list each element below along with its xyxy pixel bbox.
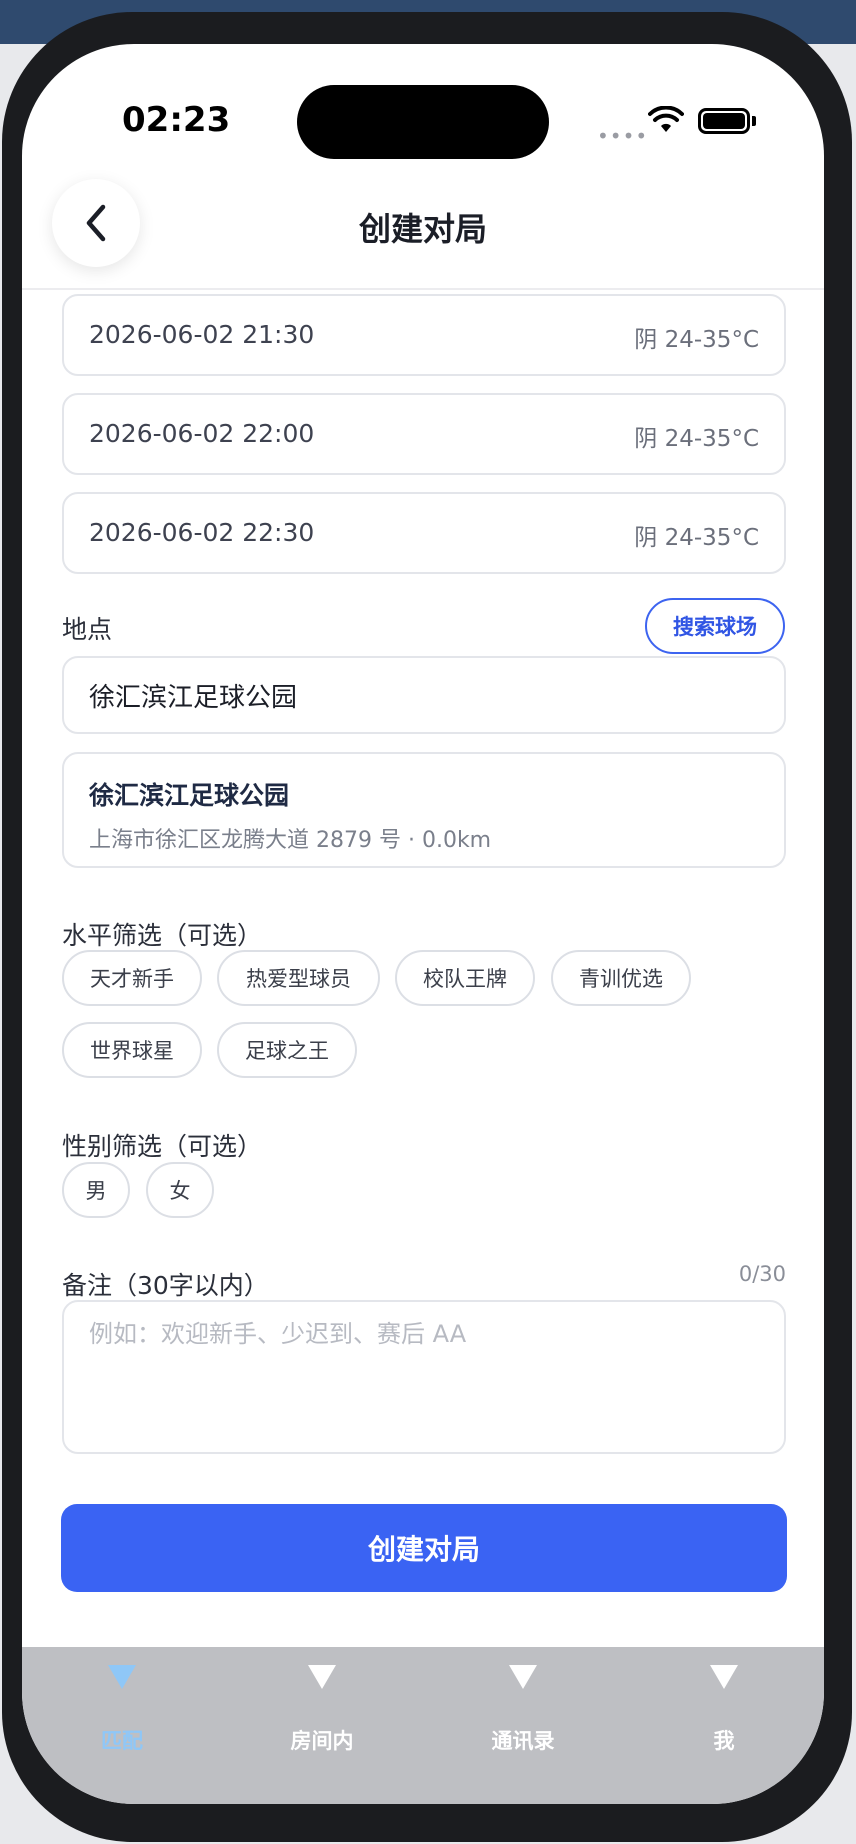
dynamic-island	[297, 85, 549, 159]
time-slot-option[interactable]: 2026-06-02 22:00 阴 24-35°C	[62, 393, 786, 475]
level-chip[interactable]: 足球之王	[217, 1022, 357, 1078]
remarks-input[interactable]	[62, 1300, 786, 1454]
tab-me[interactable]: 我	[624, 1647, 824, 1804]
tab-triangle-icon	[710, 1665, 738, 1689]
level-chip[interactable]: 校队王牌	[395, 950, 535, 1006]
status-time: 02:23	[122, 100, 231, 140]
location-result-address: 上海市徐汇区龙腾大道 2879 号 · 0.0km	[89, 828, 492, 853]
remarks-label: 备注（30字以内）	[62, 1271, 269, 1300]
search-field-button[interactable]: 搜索球场	[645, 598, 785, 654]
cellular-signal-icon: ••••	[597, 124, 649, 148]
level-chip[interactable]: 世界球星	[62, 1022, 202, 1078]
gender-chip-male[interactable]: 男	[62, 1162, 130, 1218]
time-slot-datetime: 2026-06-02 22:30	[89, 518, 315, 547]
app-screen: 02:23 •••• 创建对局 2026-06-02 21:30 阴 24-35…	[22, 44, 824, 1804]
tab-label: 匹配	[101, 1729, 143, 1753]
create-match-button[interactable]: 创建对局	[61, 1504, 787, 1592]
battery-level	[703, 113, 745, 129]
level-chip[interactable]: 热爱型球员	[217, 950, 380, 1006]
time-slot-weather: 阴 24-35°C	[634, 426, 759, 452]
gender-chip-female[interactable]: 女	[146, 1162, 214, 1218]
time-slot-option[interactable]: 2026-06-02 22:30 阴 24-35°C	[62, 492, 786, 574]
level-filter-label: 水平筛选（可选）	[62, 921, 263, 950]
tab-contacts[interactable]: 通讯录	[423, 1647, 623, 1804]
battery-icon	[698, 108, 750, 134]
tab-triangle-icon	[308, 1665, 336, 1689]
tab-triangle-icon	[108, 1665, 136, 1689]
tab-bar: 匹配 房间内 通讯录 我	[22, 1647, 824, 1804]
wifi-icon	[648, 106, 684, 132]
remarks-char-count: 0/30	[738, 1262, 786, 1286]
level-chip[interactable]: 天才新手	[62, 950, 202, 1006]
location-result-name: 徐汇滨江足球公园	[89, 781, 290, 810]
tab-label: 通讯录	[491, 1729, 555, 1753]
tab-label: 房间内	[290, 1729, 354, 1753]
nav-divider	[22, 288, 824, 290]
time-slot-datetime: 2026-06-02 21:30	[89, 320, 315, 349]
page-title: 创建对局	[358, 210, 487, 248]
battery-cap	[752, 116, 756, 126]
tab-match[interactable]: 匹配	[22, 1647, 222, 1804]
tab-triangle-icon	[509, 1665, 537, 1689]
location-input[interactable]: 徐汇滨江足球公园	[62, 656, 786, 734]
tab-label: 我	[713, 1729, 735, 1753]
time-slot-option[interactable]: 2026-06-02 21:30 阴 24-35°C	[62, 294, 786, 376]
location-result-item[interactable]: 徐汇滨江足球公园 上海市徐汇区龙腾大道 2879 号 · 0.0km	[62, 752, 786, 868]
time-slot-weather: 阴 24-35°C	[634, 327, 759, 353]
gender-filter-label: 性别筛选（可选）	[62, 1132, 263, 1161]
tab-room[interactable]: 房间内	[222, 1647, 422, 1804]
location-label: 地点	[62, 615, 113, 644]
phone-frame: 02:23 •••• 创建对局 2026-06-02 21:30 阴 24-35…	[2, 12, 852, 1842]
time-slot-weather: 阴 24-35°C	[634, 525, 759, 551]
time-slot-datetime: 2026-06-02 22:00	[89, 419, 315, 448]
level-chip[interactable]: 青训优选	[551, 950, 691, 1006]
